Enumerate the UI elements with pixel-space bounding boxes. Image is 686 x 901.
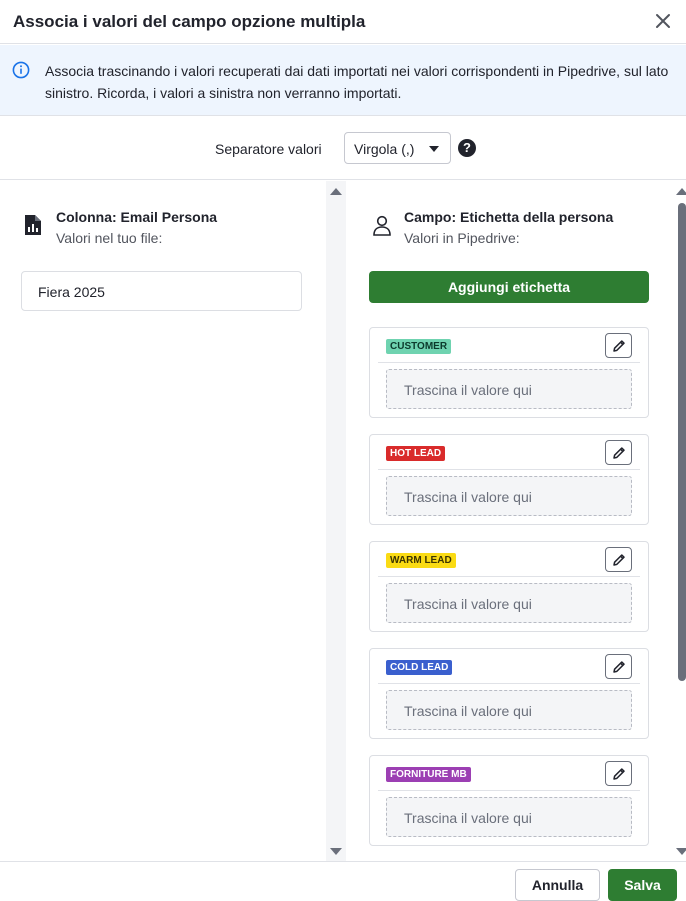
source-value-label: Fiera 2025 — [38, 284, 105, 300]
help-icon[interactable]: ? — [458, 139, 476, 157]
add-label-button[interactable]: Aggiungi etichetta — [369, 271, 649, 303]
label-tag: HOT LEAD — [386, 446, 446, 461]
card-divider — [378, 683, 640, 684]
source-column-title: Colonna: Email Persona — [56, 209, 218, 225]
pencil-icon — [613, 661, 625, 673]
label-mapping-card: FORNITURE MB Trascina il valore qui — [369, 755, 649, 846]
target-field-title: Campo: Etichetta della persona — [404, 209, 614, 225]
pencil-icon — [613, 768, 625, 780]
source-column-subtitle: Valori nel tuo file: — [56, 230, 163, 246]
scroll-down-arrow-icon[interactable] — [330, 848, 342, 855]
drop-zone-placeholder: Trascina il valore qui — [404, 810, 532, 826]
target-field-pane: Campo: Etichetta della persona Valori in… — [346, 181, 686, 861]
dialog-title: Associa i valori del campo opzione multi… — [13, 12, 366, 31]
caret-down-icon — [429, 146, 439, 152]
edit-label-button[interactable] — [605, 761, 632, 786]
source-value-item[interactable]: Fiera 2025 — [21, 271, 302, 311]
card-divider — [378, 790, 640, 791]
pencil-icon — [613, 447, 625, 459]
cancel-button[interactable]: Annulla — [515, 869, 600, 901]
save-button[interactable]: Salva — [608, 869, 677, 901]
drop-zone-placeholder: Trascina il valore qui — [404, 596, 532, 612]
scroll-up-arrow-icon[interactable] — [330, 188, 342, 195]
scroll-up-arrow-icon[interactable] — [676, 188, 686, 195]
target-field-subtitle: Valori in Pipedrive: — [404, 230, 520, 246]
label-mapping-card: HOT LEAD Trascina il valore qui — [369, 434, 649, 525]
label-tag: CUSTOMER — [386, 339, 452, 354]
separator-value: Virgola (,) — [354, 141, 415, 157]
scroll-down-arrow-icon[interactable] — [676, 848, 686, 855]
pencil-icon — [613, 340, 625, 352]
card-divider — [378, 469, 640, 470]
separator-select[interactable]: Virgola (,) — [344, 132, 451, 164]
pencil-icon — [613, 554, 625, 566]
edit-label-button[interactable] — [605, 654, 632, 679]
source-column-pane: Colonna: Email Persona Valori nel tuo fi… — [0, 181, 326, 861]
edit-label-button[interactable] — [605, 440, 632, 465]
label-mapping-card: WARM LEAD Trascina il valore qui — [369, 541, 649, 632]
dialog-header: Associa i valori del campo opzione multi… — [0, 0, 686, 44]
person-icon — [372, 214, 392, 236]
file-chart-icon — [23, 214, 43, 236]
drop-zone[interactable]: Trascina il valore qui — [386, 690, 632, 730]
close-icon[interactable] — [652, 10, 674, 32]
edit-label-button[interactable] — [605, 333, 632, 358]
separator-label: Separatore valori — [215, 141, 322, 157]
edit-label-button[interactable] — [605, 547, 632, 572]
label-mapping-card: CUSTOMER Trascina il valore qui — [369, 327, 649, 418]
info-banner: Associa trascinando i valori recuperati … — [0, 45, 686, 116]
drop-zone-placeholder: Trascina il valore qui — [404, 703, 532, 719]
label-tag: WARM LEAD — [386, 553, 456, 568]
drop-zone[interactable]: Trascina il valore qui — [386, 476, 632, 516]
label-tag: FORNITURE MB — [386, 767, 471, 782]
right-scrollbar-thumb[interactable] — [678, 203, 686, 681]
label-mapping-card: COLD LEAD Trascina il valore qui — [369, 648, 649, 739]
left-scroll-track — [326, 181, 346, 861]
drop-zone-placeholder: Trascina il valore qui — [404, 382, 532, 398]
drop-zone[interactable]: Trascina il valore qui — [386, 797, 632, 837]
card-divider — [378, 576, 640, 577]
drop-zone[interactable]: Trascina il valore qui — [386, 583, 632, 623]
separator-row: Separatore valori Virgola (,) ? — [0, 117, 686, 180]
dialog-footer: Annulla Salva — [0, 861, 686, 901]
card-divider — [378, 362, 640, 363]
label-tag: COLD LEAD — [386, 660, 453, 675]
drop-zone-placeholder: Trascina il valore qui — [404, 489, 532, 505]
drop-zone[interactable]: Trascina il valore qui — [386, 369, 632, 409]
info-icon — [12, 61, 30, 79]
info-text: Associa trascinando i valori recuperati … — [45, 63, 669, 101]
